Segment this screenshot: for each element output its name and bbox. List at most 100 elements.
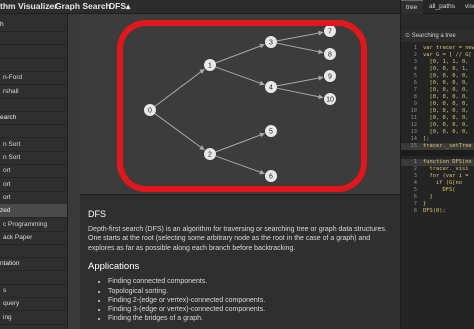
code-line[interactable]: [0, 0, 0, 0, (423, 115, 468, 121)
log-text: Searching a tree (411, 33, 456, 39)
sidebar-item[interactable] (0, 244, 67, 258)
graph-visualization[interactable]: 0 1 2 3 4 5 6 7 8 9 10 (80, 14, 400, 194)
sidebar-item[interactable]: ntation (0, 257, 67, 271)
line-number: 5 (413, 187, 417, 193)
breadcrumb: thm Visualizer › Graph Search › DFS ▴ (0, 0, 400, 14)
graph-node-label: 10 (326, 97, 334, 104)
code-line[interactable]: var tracer = new (423, 45, 474, 51)
graph-edge (215, 132, 265, 153)
sidebar-item[interactable] (0, 124, 67, 138)
graph-node-label: 2 (208, 152, 212, 159)
line-number: 11 (410, 115, 418, 121)
line-number: 10 (410, 108, 418, 114)
code-editor-code[interactable]: 1 function DFS(no 2 tracer._visi 3 for (var… (401, 156, 474, 329)
code-line[interactable]: ]; (423, 136, 430, 142)
code-line[interactable]: function DFS(no (423, 159, 472, 165)
line-number: 3 (413, 173, 417, 179)
sidebar-item[interactable]: ing (0, 311, 67, 325)
line-number: 7 (413, 87, 417, 93)
line-number: 12 (410, 122, 418, 128)
graph-node-label: 1 (208, 63, 212, 70)
sidebar-item[interactable] (0, 58, 67, 72)
graph-node-label: 3 (269, 40, 273, 47)
graph-node-label: 4 (269, 85, 273, 92)
graph-edge (276, 42, 324, 55)
sidebar-item[interactable]: n Sort (0, 151, 67, 165)
breadcrumb-separator: › (48, 1, 51, 11)
graph-edge (215, 43, 265, 64)
code-line[interactable]: } (423, 201, 426, 207)
graph-edge (276, 87, 324, 100)
line-number: 15 (410, 143, 418, 149)
sidebar-item[interactable]: query (0, 297, 67, 311)
line-number: 8 (413, 94, 417, 100)
sidebar-item[interactable]: s (0, 284, 67, 298)
sidebar-item[interactable] (0, 271, 67, 285)
graph-edge (154, 113, 205, 151)
line-number: 5 (413, 73, 417, 79)
line-number: 6 (413, 194, 417, 200)
code-line[interactable]: tracer._visi (423, 166, 468, 172)
code-line[interactable]: var G = [ // G[ (423, 52, 472, 58)
tab-all-paths[interactable]: all_paths (425, 0, 459, 14)
sidebar-item[interactable]: c Programming (0, 218, 67, 232)
sidebar-item[interactable]: h (0, 18, 67, 32)
graph-edge (215, 66, 265, 86)
code-line[interactable]: tracer._setTree (423, 143, 472, 149)
code-line[interactable]: [0, 0, 0, 0, (423, 73, 468, 79)
tab-tree[interactable]: tree (401, 0, 423, 14)
line-number: 8 (413, 208, 417, 214)
code-line[interactable]: [0, 0, 0, 0, (423, 108, 468, 114)
graph-edge (154, 68, 205, 107)
code-line[interactable]: [0, 0, 0, 0, (423, 129, 468, 135)
code-line[interactable]: [0, 0, 0, 0, (423, 87, 468, 93)
code-line[interactable]: if (G[no (423, 180, 462, 186)
graph-edge (276, 75, 324, 87)
graph-edge (276, 30, 324, 42)
list-item: Finding the bridges of a graph. (108, 314, 400, 323)
code-panel: tree all_paths visu ⊙ Searching a tree 1… (400, 0, 474, 329)
code-line[interactable]: [0, 1, 1, 0, (423, 59, 468, 65)
sidebar-item[interactable]: ort (0, 191, 67, 205)
tab-visu[interactable]: visu (463, 0, 474, 14)
sidebar-item[interactable] (0, 31, 67, 45)
line-number: 7 (413, 201, 417, 207)
caret-up-icon[interactable]: ▴ (126, 1, 130, 12)
file-tabs: tree all_paths visu (401, 0, 474, 14)
description-text: Depth-first search (DFS) is an algorithm… (88, 226, 387, 252)
graph-edge (215, 155, 265, 175)
divider (0, 323, 67, 325)
sidebar-item[interactable]: ack Paper (0, 231, 67, 245)
code-editor-data[interactable]: 1 var tracer = new 2 var G = [ // G[3 [0, 1… (401, 42, 474, 150)
sidebar-item[interactable] (0, 45, 67, 59)
code-line[interactable]: for (var i = (423, 173, 468, 179)
graph-node-label: 5 (269, 129, 273, 136)
graph-node-label: 0 (148, 108, 152, 115)
sidebar-item[interactable]: earch (0, 111, 67, 125)
code-line[interactable]: [0, 0, 0, 0, (423, 101, 468, 107)
sidebar-item[interactable]: zed (0, 204, 67, 219)
graph-node-label: 8 (328, 52, 332, 59)
code-line[interactable]: DFS(0); (423, 208, 446, 214)
list-item: Topological sorting. (108, 287, 400, 296)
info-icon: ⊙ (405, 33, 412, 39)
sidebar-item[interactable] (0, 98, 67, 112)
breadcrumb-page[interactable]: DFS (109, 1, 126, 11)
code-line[interactable]: [0, 0, 0, 0, (423, 122, 468, 128)
code-line[interactable]: [0, 0, 0, 0, (423, 94, 468, 100)
sidebar-item[interactable]: ort (0, 164, 67, 178)
code-line[interactable]: DFS( (423, 187, 455, 193)
code-line[interactable]: [0, 0, 0, 0, (423, 80, 468, 86)
sidebar-item[interactable]: rshall (0, 85, 67, 99)
sidebar-item[interactable]: n-Ford (0, 71, 67, 85)
line-number: 6 (413, 80, 417, 86)
list-item: Finding 3-(edge or vertex)-connected com… (108, 305, 400, 314)
sidebar-item[interactable]: n Sort (0, 138, 67, 152)
line-number: 4 (413, 180, 417, 186)
code-line[interactable]: [0, 0, 0, 1, (423, 66, 468, 72)
sidebar-item[interactable]: ort (0, 178, 67, 192)
description-panel: DFS Depth-first search (DFS) is an algor… (80, 194, 400, 329)
line-number: 14 (410, 136, 418, 142)
line-number: 1 (413, 159, 417, 165)
code-line[interactable]: } (423, 194, 432, 200)
